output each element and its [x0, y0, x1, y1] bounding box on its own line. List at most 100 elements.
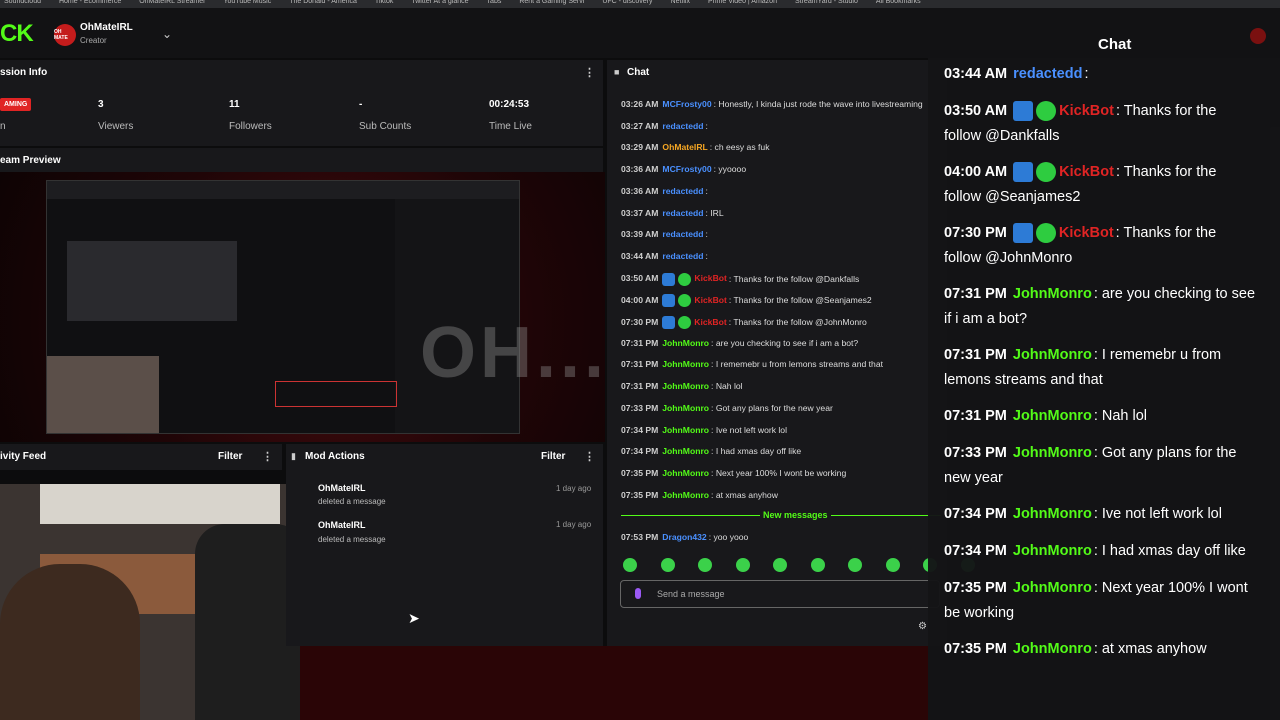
mini-send-box	[275, 381, 397, 407]
emote-icon[interactable]	[810, 558, 825, 572]
emote-icon[interactable]	[698, 558, 712, 572]
preview-watermark: OH...MATE	[420, 313, 605, 393]
bookmark-item[interactable]: Tabs	[487, 0, 502, 8]
chat-username[interactable]: KickBot	[694, 317, 726, 327]
chat-username[interactable]: redactedd	[662, 251, 703, 261]
send-message-input[interactable]: Send a message	[620, 580, 940, 608]
chat-text: : I had xmas day off like	[711, 446, 802, 457]
chat-timestamp: 07:33 PM	[621, 402, 659, 413]
emote-icon[interactable]	[773, 558, 787, 572]
chat-username[interactable]: KickBot	[694, 273, 726, 283]
bookmark-item[interactable]: UFC - discovery	[602, 0, 652, 8]
chat-username[interactable]: JohnMonro	[1013, 506, 1092, 522]
mod-action-user[interactable]: OhMateIRL	[318, 483, 366, 493]
chat-text-continued: lemons streams and that	[944, 372, 1103, 388]
chat-timestamp: 07:34 PM	[944, 506, 1007, 522]
chat-username[interactable]: JohnMonro	[662, 490, 709, 500]
emote-icon[interactable]	[735, 558, 750, 572]
chat-username[interactable]: redactedd	[662, 208, 703, 218]
chat-timestamp: 07:31 PM	[621, 337, 659, 348]
chat-username[interactable]: JohnMonro	[662, 403, 709, 413]
chat-username[interactable]: MCFrosty00	[662, 99, 711, 109]
chat-timestamp: 07:30 PM	[944, 225, 1007, 241]
chat-username[interactable]: JohnMonro	[662, 381, 709, 391]
bookmark-item[interactable]: Rent a Gaming Servi	[519, 0, 584, 8]
chat-timestamp: 07:34 PM	[621, 424, 659, 435]
session-info-title: ssion Info	[0, 67, 48, 78]
more-options-icon[interactable]: ⋮	[584, 66, 595, 79]
chat-timestamp: 07:35 PM	[944, 580, 1007, 596]
mod-action-user[interactable]: OhMateIRL	[318, 520, 366, 530]
bookmark-item[interactable]: Prime Video | Amazon	[708, 0, 777, 8]
stream-preview-title: eam Preview	[0, 155, 61, 166]
chat-username[interactable]: JohnMonro	[662, 468, 709, 478]
chat-username[interactable]: KickBot	[1059, 103, 1114, 119]
chat-text: :	[705, 120, 708, 131]
chat-username[interactable]: JohnMonro	[662, 359, 709, 369]
mod-action-time: 1 day ago	[556, 520, 592, 529]
chat-text: : at xmas anyhow	[1093, 641, 1207, 657]
bookmark-item[interactable]: Tiktok	[375, 0, 393, 8]
microphone-icon[interactable]	[635, 588, 641, 599]
chat-username[interactable]: JohnMonro	[1013, 580, 1092, 596]
chat-username[interactable]: JohnMonro	[1013, 445, 1092, 461]
chat-username[interactable]: redactedd	[662, 121, 703, 131]
more-options-icon[interactable]: ⋮	[262, 450, 273, 463]
stream-preview[interactable]: OH...MATE	[0, 172, 605, 442]
bookmark-item[interactable]: StreamYard - Studio	[795, 0, 858, 8]
chat-username[interactable]: MCFrosty00	[662, 164, 711, 174]
chat-username[interactable]: JohnMonro	[1013, 543, 1092, 559]
chat-username[interactable]: JohnMonro	[1013, 408, 1092, 424]
chat-username[interactable]: JohnMonro	[662, 425, 709, 435]
emote-icon[interactable]	[660, 558, 675, 572]
chat-text: : I rememebr u from lemons streams and t…	[711, 359, 883, 370]
chat-username[interactable]: JohnMonro	[1013, 641, 1092, 657]
chat-timestamp: 03:50 AM	[621, 273, 659, 284]
more-options-icon[interactable]: ⋮	[584, 450, 595, 463]
chat-username[interactable]: JohnMonro	[1013, 286, 1092, 302]
mod-actions-icon: ▮	[291, 451, 296, 461]
chevron-down-icon[interactable]: ⌄	[162, 27, 172, 41]
chat-username[interactable]: OhMateIRL	[662, 142, 707, 152]
chat-username[interactable]: KickBot	[694, 295, 726, 305]
bookmark-item[interactable]: Home - Ecommerce	[59, 0, 121, 8]
bookmark-item[interactable]: Soundcloud	[4, 0, 41, 8]
bookmark-item[interactable]: Netflix	[671, 0, 690, 8]
emote-icon[interactable]	[623, 558, 637, 572]
mod-actions-title: Mod Actions	[305, 451, 365, 462]
chat-username[interactable]: JohnMonro	[662, 338, 709, 348]
chat-message: 07:31 PM JohnMonro: Nah lol	[621, 381, 743, 391]
chat-text-continued: if i am a bot?	[944, 311, 1028, 327]
wall-picture	[40, 484, 280, 524]
chat-timestamp: 07:34 PM	[621, 446, 659, 457]
chat-message: 07:53 PM Dragon432: yoo yooo	[621, 532, 748, 542]
chat-username[interactable]: redactedd	[1013, 66, 1082, 82]
bookmark-item[interactable]: Twitter At a glance	[411, 0, 468, 8]
bookmark-item[interactable]: All Bookmarks	[876, 0, 921, 8]
chat-timestamp: 07:35 PM	[944, 641, 1007, 657]
chat-username[interactable]: KickBot	[1059, 225, 1114, 241]
emote-icon[interactable]	[848, 558, 862, 572]
chat-username[interactable]: redactedd	[662, 229, 703, 239]
mod-filter-button[interactable]: Filter	[541, 451, 565, 462]
new-messages-label[interactable]: New messages	[760, 510, 831, 520]
avatar[interactable]: OH MATE	[54, 24, 76, 46]
time-live-label: Time Live	[489, 121, 532, 132]
chat-timestamp: 07:31 PM	[944, 408, 1007, 424]
chat-text: : Nah lol	[1093, 408, 1148, 424]
bookmark-item[interactable]: OhMateIRL Streamer	[139, 0, 205, 8]
chat-username[interactable]: JohnMonro	[662, 446, 709, 456]
emote-icon[interactable]	[885, 558, 900, 572]
gear-icon[interactable]: ⚙	[918, 621, 927, 632]
activity-filter-button[interactable]: Filter	[218, 451, 242, 462]
chat-username[interactable]: JohnMonro	[1013, 347, 1092, 363]
bookmark-item[interactable]: YouTube Music	[223, 0, 271, 8]
bookmark-item[interactable]: The Donald - America	[289, 0, 357, 8]
chat-username[interactable]: Dragon432	[662, 532, 706, 542]
chat-username[interactable]: KickBot	[1059, 164, 1114, 180]
kick-logo[interactable]: CK	[0, 20, 34, 48]
chat-text: : Thanks for the follow @Seanjames2	[728, 295, 872, 306]
chat-icon: ■	[614, 67, 620, 77]
chat-text: : Thanks for the	[1115, 225, 1217, 241]
chat-username[interactable]: redactedd	[662, 186, 703, 196]
